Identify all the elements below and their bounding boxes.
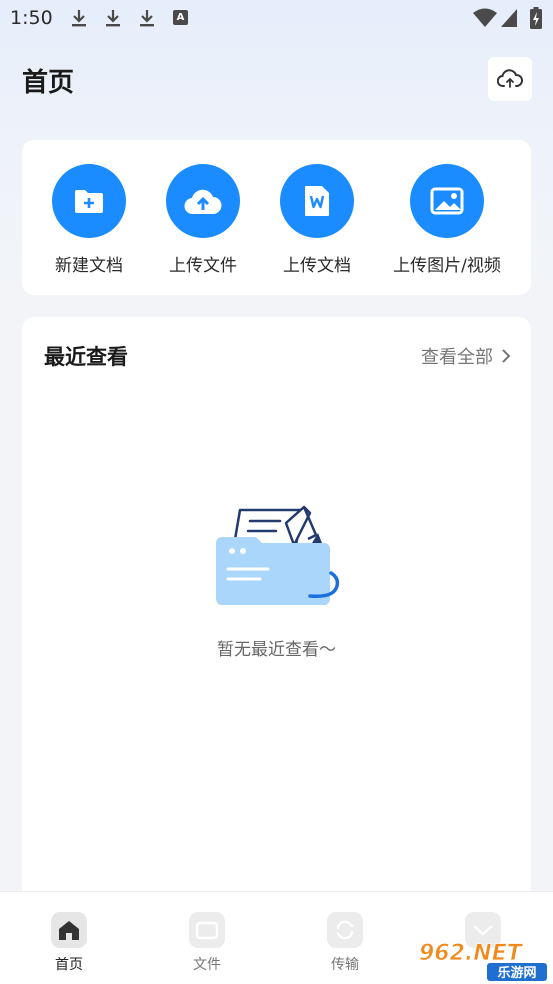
word-doc-icon bbox=[305, 186, 329, 216]
folder-plus-icon bbox=[75, 190, 103, 213]
signal-icon bbox=[501, 9, 517, 27]
tab-transfer-label: 传输 bbox=[331, 957, 359, 973]
upload-file-label: 上传文件 bbox=[169, 256, 237, 276]
tab-files-label: 文件 bbox=[193, 957, 221, 973]
watermark-subtitle: 乐游网 bbox=[497, 965, 536, 981]
transfer-icon bbox=[336, 920, 354, 940]
upload-document-button[interactable]: 上传文档 bbox=[280, 164, 354, 276]
watermark-brand: 962.NET bbox=[419, 941, 524, 966]
accessibility-a-icon: A bbox=[173, 10, 188, 25]
new-document-circle bbox=[52, 164, 126, 238]
cloud-sync-icon bbox=[497, 69, 523, 88]
upload-file-circle bbox=[166, 164, 240, 238]
upload-media-label: 上传图片/视频 bbox=[393, 256, 501, 276]
empty-folder-illustration-icon bbox=[216, 505, 340, 605]
battery-icon bbox=[530, 7, 542, 29]
folder-icon-wrap bbox=[189, 912, 225, 948]
download-icon bbox=[140, 10, 154, 27]
tab-transfer[interactable]: 传输 bbox=[310, 912, 380, 974]
status-bar: 1:50 A bbox=[0, 0, 553, 38]
upload-document-circle bbox=[280, 164, 354, 238]
folder-icon bbox=[195, 921, 219, 940]
download-icon bbox=[72, 10, 86, 27]
recent-card: 最近查看 查看全部 暂无最近查看～ bbox=[22, 317, 531, 917]
quick-actions-card: 新建文档 上传文件 上传文档 上传图片/视频 bbox=[22, 140, 531, 295]
home-icon-wrap bbox=[51, 912, 87, 948]
upload-media-button[interactable]: 上传图片/视频 bbox=[388, 164, 506, 276]
cloud-upload-icon bbox=[184, 189, 222, 215]
upload-media-circle bbox=[410, 164, 484, 238]
status-time: 1:50 bbox=[10, 7, 53, 29]
tab-home[interactable]: 首页 bbox=[34, 912, 104, 974]
view-all-label: 查看全部 bbox=[421, 347, 493, 368]
transfer-icon-wrap bbox=[327, 912, 363, 948]
new-document-label: 新建文档 bbox=[55, 256, 123, 276]
upload-file-button[interactable]: 上传文件 bbox=[166, 164, 240, 276]
new-document-button[interactable]: 新建文档 bbox=[52, 164, 126, 276]
wifi-icon bbox=[473, 8, 497, 27]
tab-files[interactable]: 文件 bbox=[172, 912, 242, 974]
chevron-right-icon bbox=[502, 349, 511, 363]
watermark-logo: 962.NET 乐游网 bbox=[419, 941, 547, 981]
recent-title: 最近查看 bbox=[44, 345, 128, 369]
upload-document-label: 上传文档 bbox=[283, 256, 351, 276]
empty-state-text: 暂无最近查看～ bbox=[217, 640, 336, 660]
cloud-sync-button[interactable] bbox=[488, 57, 532, 101]
home-icon bbox=[59, 921, 79, 940]
image-icon bbox=[430, 187, 464, 215]
view-all-link[interactable]: 查看全部 bbox=[421, 343, 511, 369]
download-icon bbox=[106, 10, 120, 27]
page-title: 首页 bbox=[22, 68, 75, 98]
tab-home-label: 首页 bbox=[55, 957, 83, 973]
